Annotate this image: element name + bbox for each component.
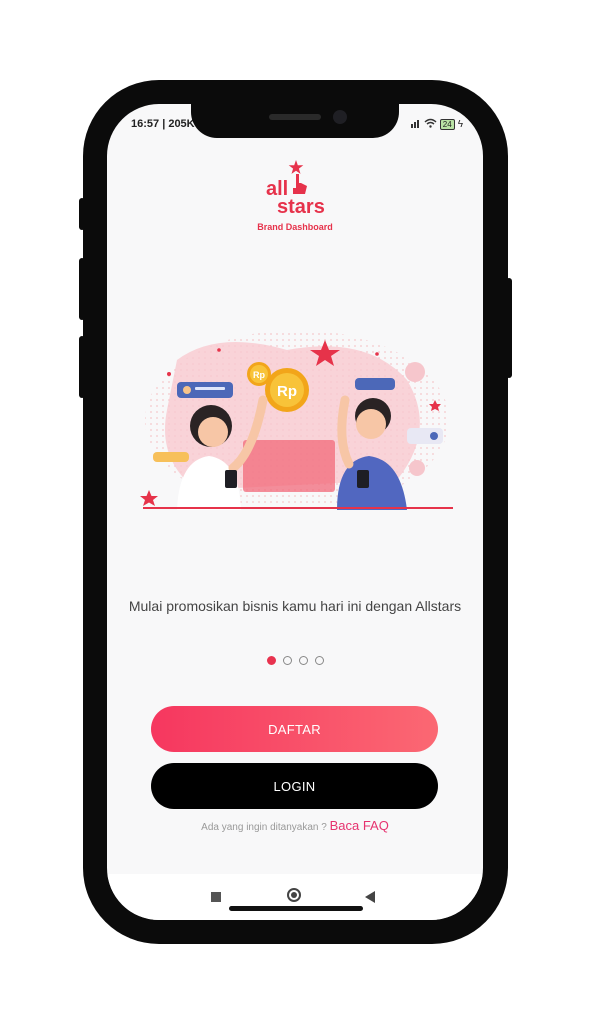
wifi-icon <box>424 118 437 131</box>
daftar-button[interactable]: DAFTAR <box>151 706 438 752</box>
home-icon[interactable] <box>287 888 301 902</box>
faq-question: Ada yang ingin ditanyakan ? <box>201 822 330 833</box>
illustration-card <box>243 440 335 492</box>
onboarding-tagline: Mulai promosikan bisnis kamu hari ini de… <box>128 598 462 614</box>
svg-text:Rp: Rp <box>253 370 265 380</box>
sparkle-icon <box>375 352 379 356</box>
speaker <box>269 114 321 120</box>
page-dot-2[interactable] <box>282 656 292 665</box>
page-dot-4[interactable] <box>314 656 324 665</box>
volume-up-button <box>79 258 85 320</box>
mute-switch <box>79 198 85 230</box>
signal-icon <box>410 118 421 131</box>
sparkle-icon <box>167 372 171 376</box>
chat-bubble-icon <box>355 378 395 390</box>
onboarding-illustration: Rp Rp <box>140 330 453 510</box>
status-icons: 24 ϟ <box>410 118 463 131</box>
login-button[interactable]: LOGIN <box>151 763 438 809</box>
page-dot-3[interactable] <box>298 656 308 665</box>
notch <box>191 104 399 138</box>
front-camera <box>333 110 347 124</box>
illustration-bubble <box>409 460 425 476</box>
chat-avatar-icon <box>430 432 438 440</box>
faq-link[interactable]: Baca FAQ <box>330 818 389 833</box>
chat-avatar-icon <box>183 386 191 394</box>
brand-subtitle: Brand Dashboard <box>257 222 333 232</box>
home-indicator[interactable] <box>229 906 363 911</box>
back-icon[interactable] <box>365 891 375 903</box>
allstars-logo: all stars <box>266 160 325 216</box>
illustration-bubble <box>405 362 425 382</box>
star-icon <box>140 490 158 506</box>
logo-line2: stars <box>277 196 325 216</box>
coin-icon: Rp <box>265 368 309 412</box>
app-screen: 16:57 | 205K 24 ϟ all stars Brand Dashbo… <box>107 104 483 920</box>
battery-icon: 24 <box>439 119 455 130</box>
chat-bubble-icon <box>153 452 189 462</box>
faq-prompt: Ada yang ingin ditanyakan ? Baca FAQ <box>107 818 483 833</box>
page-dot-1[interactable] <box>266 656 276 665</box>
recent-apps-icon[interactable] <box>211 892 221 902</box>
sparkle-icon <box>217 348 221 352</box>
page-indicator <box>107 656 483 665</box>
coin-icon: Rp <box>247 362 271 386</box>
power-button <box>506 278 512 378</box>
volume-down-button <box>79 336 85 398</box>
logo-star-icon <box>288 160 304 174</box>
logo-hand-icon <box>293 174 307 194</box>
phone-frame: 16:57 | 205K 24 ϟ all stars Brand Dashbo… <box>79 80 512 944</box>
svg-text:Rp: Rp <box>277 383 297 400</box>
status-time: 16:57 | 205K <box>131 118 195 130</box>
charging-icon: ϟ <box>457 119 463 130</box>
system-nav-bar <box>107 874 483 920</box>
